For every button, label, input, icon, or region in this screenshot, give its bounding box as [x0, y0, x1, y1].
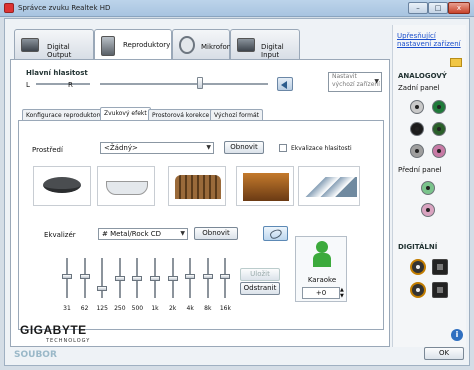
tab-digital-input[interactable]: Digital Input [230, 29, 300, 59]
equalizer-label: Ekvalizér [44, 231, 76, 239]
balance-slider-track[interactable] [36, 83, 90, 85]
karaoke-value-field[interactable]: +0 [302, 287, 340, 299]
eq-band-label: 62 [80, 305, 89, 312]
colosseum-icon [175, 175, 221, 199]
balance-left-label: L [26, 81, 30, 89]
titlebar: Správce zvuku Realtek HD – □ x [0, 0, 474, 17]
back-panel-jack[interactable] [410, 100, 424, 114]
equalizer-preset-dropdown[interactable]: # Metal/Rock CD ▼ [98, 228, 188, 240]
ok-button[interactable]: OK [424, 347, 464, 360]
auditorium-icon [243, 173, 289, 201]
digital-optical-jack-2[interactable] [432, 282, 448, 298]
eq-band-thumb-250[interactable] [114, 276, 125, 281]
opera-house-icon [303, 177, 357, 197]
eq-band-thumb-8k[interactable] [202, 274, 213, 279]
eq-band-label: 4k [186, 305, 194, 312]
eq-band-thumb-31[interactable] [62, 274, 72, 279]
volume-slider-thumb[interactable] [197, 77, 203, 89]
volume-slider-track[interactable] [100, 83, 268, 85]
eq-band-thumb-62[interactable] [79, 274, 90, 279]
digital-input-icon [237, 38, 255, 52]
advanced-settings-link[interactable]: Upřesňující nastavení zařízení [397, 32, 461, 48]
env-opera-house[interactable] [298, 166, 360, 206]
env-stone-room[interactable] [33, 166, 91, 206]
front-panel-jack[interactable] [421, 181, 435, 195]
loudness-checkbox[interactable] [279, 144, 287, 152]
microphone-icon [179, 36, 195, 54]
master-volume-label: Hlavní hlasitost [26, 69, 88, 77]
eq-band-label: 31 [63, 305, 71, 312]
digital-coaxial-jack-2[interactable] [410, 282, 426, 298]
equalizer-graphic-button[interactable] [263, 226, 288, 241]
env-auditorium[interactable] [236, 166, 294, 206]
digital-output-icon [21, 38, 39, 52]
speaker-icon [101, 36, 115, 56]
eq-band-thumb-2k[interactable] [167, 276, 178, 281]
eq-band-thumb-4k[interactable] [185, 274, 196, 279]
digital-optical-jack[interactable] [432, 259, 448, 275]
analog-title: ANALOGOVÝ [398, 72, 447, 80]
eq-band-label: 16k [219, 305, 231, 312]
watermark: SOUBOR [14, 350, 57, 360]
back-panel-label: Zadní panel [398, 84, 440, 92]
eq-band-label: 500 [131, 305, 144, 312]
gigabyte-sub: TECHNOLOGY [46, 338, 91, 344]
equalizer-reset-button[interactable]: Obnovit [194, 227, 238, 240]
environment-dropdown[interactable]: <Žádný> ▼ [100, 142, 214, 154]
minimize-button[interactable]: – [408, 2, 428, 14]
maximize-button[interactable]: □ [428, 2, 448, 14]
window-title: Správce zvuku Realtek HD [18, 4, 111, 12]
realtek-app-icon [4, 3, 14, 13]
front-panel-label: Přední panel [398, 166, 442, 174]
back-panel-jack[interactable] [410, 122, 424, 136]
karaoke-person-icon [311, 241, 333, 269]
tab-microphone[interactable]: Mikrofon [172, 29, 231, 59]
equalizer-remove-button[interactable]: Odstranit [240, 282, 280, 295]
info-icon[interactable]: i [451, 329, 463, 341]
eq-band-label: 2k [168, 305, 177, 312]
eq-band-label: 8k [204, 305, 212, 312]
mute-button[interactable] [277, 77, 293, 91]
bathtub-icon [106, 181, 148, 195]
tab-speakers[interactable]: Reproduktory [94, 29, 172, 63]
eq-band-thumb-125[interactable] [97, 286, 108, 291]
folder-icon[interactable] [450, 58, 462, 67]
karaoke-panel: Karaoke +0 ▲ ▼ [295, 236, 347, 302]
equalizer-save-button[interactable]: Uložit [240, 268, 280, 281]
eq-band-track-125[interactable] [101, 258, 104, 298]
balance-right-label: R [68, 81, 73, 89]
karaoke-label: Karaoke [307, 276, 337, 284]
back-panel-jack[interactable] [432, 122, 446, 136]
digital-coaxial-jack[interactable] [410, 259, 426, 275]
chevron-down-icon: ▼ [374, 78, 379, 85]
eq-band-thumb-16k[interactable] [220, 274, 231, 279]
eq-band-thumb-500[interactable] [132, 276, 143, 281]
eq-band-label: 1k [151, 305, 159, 312]
eq-band-thumb-1k[interactable] [150, 276, 160, 281]
eq-band-label: 250 [114, 305, 126, 312]
env-colosseum[interactable] [168, 166, 226, 206]
subtab-sound-effect[interactable]: Zvukový efekt [100, 107, 151, 121]
environment-reset-button[interactable]: Obnovit [224, 141, 264, 154]
back-panel-jack[interactable] [432, 100, 446, 114]
env-bathroom[interactable] [97, 166, 155, 206]
back-panel-jack[interactable] [432, 144, 446, 158]
chevron-down-icon: ▼ [180, 230, 185, 237]
tab-digital-output[interactable]: Digital Output [14, 29, 94, 59]
front-panel-jack[interactable] [421, 203, 435, 217]
chevron-down-icon: ▼ [206, 144, 211, 151]
guitar-icon [268, 227, 284, 241]
speaker-volume-icon [281, 81, 287, 89]
gigabyte-logo: GIGABYTE [20, 323, 87, 337]
digital-title: DIGITÁLNÍ [398, 243, 438, 251]
default-device-dropdown[interactable]: Nastavit výchozí zařízení ▼ [328, 72, 382, 92]
loudness-label: Ekvalizace hlasitosti [291, 145, 352, 152]
close-button[interactable]: x [448, 2, 470, 14]
eq-band-label: 125 [96, 305, 108, 312]
back-panel-jack[interactable] [410, 144, 424, 158]
stone-disk-icon [43, 177, 81, 193]
karaoke-stepper[interactable]: ▲ ▼ [340, 287, 346, 299]
environment-label: Prostředí [32, 146, 63, 154]
